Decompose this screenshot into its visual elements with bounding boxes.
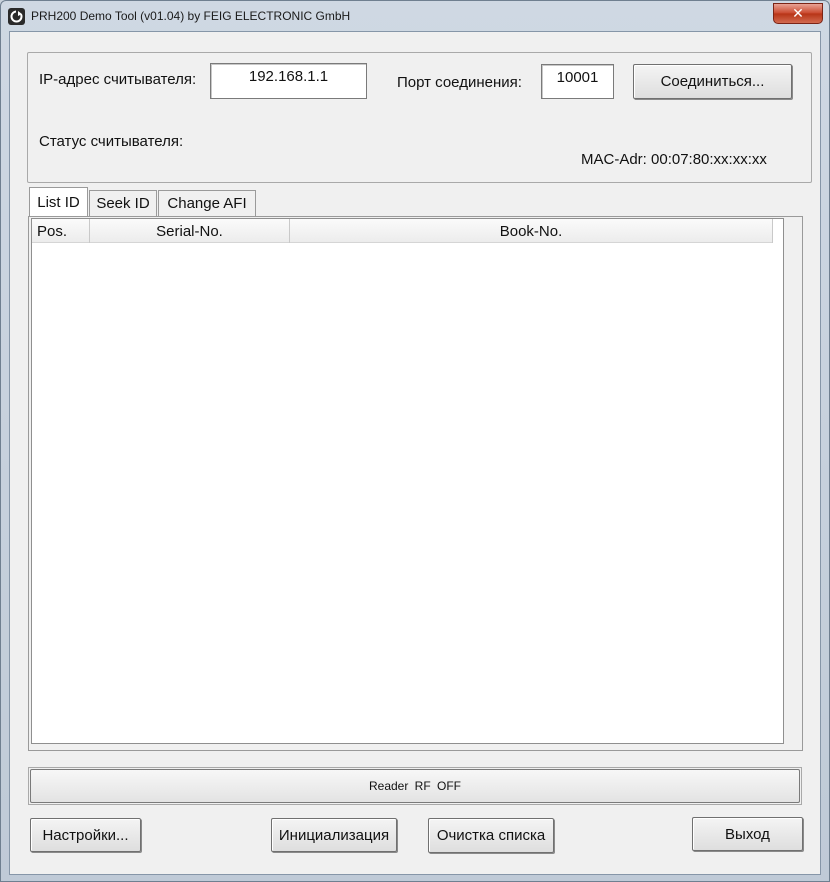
ip-address-value: 192.168.1.1: [248, 68, 329, 85]
column-header-serial-no[interactable]: Serial-No.: [90, 219, 290, 243]
list-header: Pos. Serial-No. Book-No.: [32, 219, 773, 243]
app-logo-icon: [8, 8, 25, 25]
ip-address-input[interactable]: 192.168.1.1: [210, 63, 367, 99]
window-title: PRH200 Demo Tool (v01.04) by FEIG ELECTR…: [31, 9, 351, 23]
close-window-button[interactable]: ✕: [773, 3, 823, 24]
mac-address-text: MAC-Adr: 00:07:80:xx:xx:xx: [581, 151, 767, 168]
reader-status-label: Статус считывателя:: [39, 133, 184, 150]
connection-group: IP-адрес считывателя: 192.168.1.1 Порт с…: [27, 52, 812, 183]
tab-list-id[interactable]: List ID: [29, 187, 88, 216]
settings-button[interactable]: Настройки...: [30, 818, 141, 852]
main-content: IP-адрес считывателя: 192.168.1.1 Порт с…: [9, 31, 821, 875]
ip-address-label: IP-адрес считывателя:: [39, 71, 197, 88]
list-id-panel: Pos. Serial-No. Book-No.: [28, 216, 803, 751]
title-bar[interactable]: PRH200 Demo Tool (v01.04) by FEIG ELECTR…: [1, 1, 829, 31]
exit-button[interactable]: Выход: [692, 817, 803, 851]
connect-button[interactable]: Соединиться...: [633, 64, 792, 99]
tab-seek-id[interactable]: Seek ID: [89, 190, 157, 216]
rf-status-button[interactable]: Reader RF OFF: [30, 769, 800, 803]
port-label: Порт соединения:: [397, 74, 522, 91]
port-input[interactable]: 10001: [541, 64, 614, 99]
column-header-book-no[interactable]: Book-No.: [290, 219, 773, 243]
port-value: 10001: [556, 69, 599, 86]
rf-status-panel: Reader RF OFF: [28, 767, 802, 805]
close-icon: ✕: [792, 5, 804, 21]
tab-change-afi[interactable]: Change AFI: [158, 190, 256, 216]
app-window: PRH200 Demo Tool (v01.04) by FEIG ELECTR…: [0, 0, 830, 882]
column-header-pos[interactable]: Pos.: [32, 219, 90, 243]
id-list-view[interactable]: Pos. Serial-No. Book-No.: [31, 218, 784, 744]
initialize-button[interactable]: Инициализация: [271, 818, 397, 852]
clear-list-button[interactable]: Очистка списка: [428, 818, 554, 853]
